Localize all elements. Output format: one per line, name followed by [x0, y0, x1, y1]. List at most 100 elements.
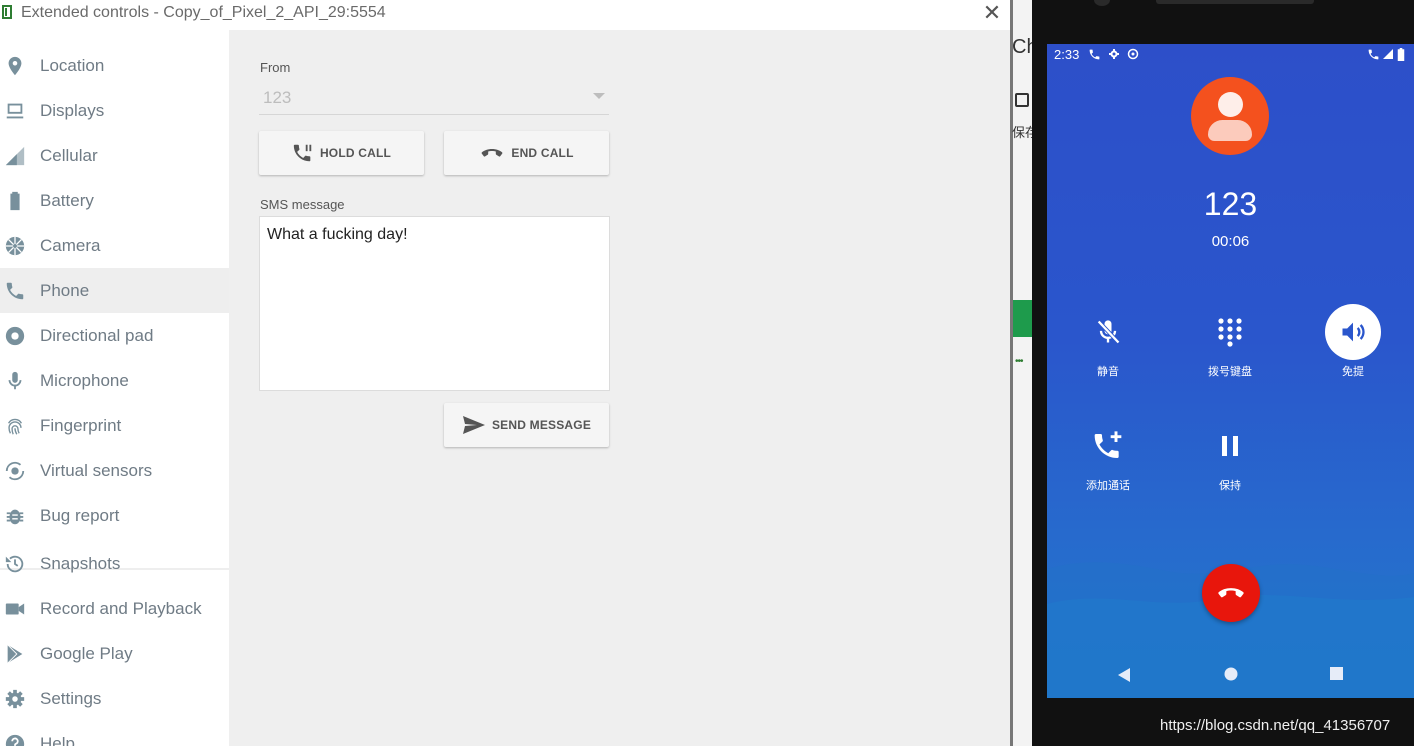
- hold-call-button[interactable]: HOLD CALL: [259, 131, 424, 175]
- video-camera-icon: [5, 603, 25, 615]
- sidebar-item-phone[interactable]: Phone: [0, 268, 229, 313]
- speaker-button[interactable]: 免提: [1303, 304, 1403, 379]
- keypad-button[interactable]: 拨号键盘: [1180, 304, 1280, 379]
- from-dropdown-underline: [259, 114, 609, 115]
- phone-screen[interactable]: 2:33 123 00:06 静音 拨号键盘 免提 添加通话 保持: [1047, 44, 1414, 698]
- from-dropdown-value[interactable]: 123: [263, 88, 291, 108]
- phone-icon: [6, 282, 24, 300]
- add-call-button[interactable]: 添加通话: [1058, 418, 1158, 493]
- sidebar: Location Displays Cellular Battery Camer…: [0, 30, 229, 746]
- sidebar-item-label: Record and Playback: [40, 598, 202, 618]
- sidebar-item-label: Battery: [40, 190, 94, 210]
- sidebar-item-battery[interactable]: Battery: [0, 178, 229, 223]
- rotation-icon: [5, 461, 25, 481]
- sms-message-label: SMS message: [260, 197, 345, 212]
- bug-icon: [6, 509, 24, 525]
- sidebar-item-cellular[interactable]: Cellular: [0, 133, 229, 178]
- battery-icon: [10, 191, 20, 211]
- gear-icon: [1109, 49, 1119, 59]
- caller-number: 123: [1203, 186, 1258, 222]
- end-call-button[interactable]: END CALL: [444, 131, 609, 175]
- window-title: Extended controls - Copy_of_Pixel_2_API_…: [21, 4, 386, 21]
- gear-icon: [5, 689, 25, 709]
- watermark-url: https://blog.csdn.net/qq_41356707: [1160, 717, 1391, 734]
- call-status-icon: [1368, 49, 1379, 60]
- extended-controls-window: Extended controls - Copy_of_Pixel_2_API_…: [0, 0, 1010, 746]
- sidebar-item-location[interactable]: Location: [0, 43, 229, 88]
- end-call-fab[interactable]: [1202, 564, 1260, 622]
- sidebar-item-directional-pad[interactable]: Directional pad: [0, 313, 229, 358]
- sidebar-item-fingerprint[interactable]: Fingerprint: [0, 403, 229, 448]
- sidebar-item-label: Phone: [40, 280, 90, 300]
- send-message-button[interactable]: SEND MESSAGE: [444, 403, 609, 447]
- sms-message-textarea[interactable]: What a fucking day!: [259, 216, 610, 391]
- sidebar-item-settings[interactable]: Settings: [0, 676, 229, 721]
- history-icon: [5, 555, 24, 573]
- send-icon: [462, 416, 485, 434]
- display-icon: [6, 103, 24, 119]
- microphone-icon: [8, 371, 22, 390]
- sidebar-item-label: Displays: [40, 100, 105, 120]
- person-icon: [1218, 92, 1243, 117]
- background-window-strip: [1010, 0, 1032, 746]
- volume-up-icon: [1342, 322, 1365, 342]
- battery-icon: [1397, 48, 1405, 61]
- phone-paused-icon: [293, 144, 312, 162]
- sidebar-item-snapshots[interactable]: Snapshots: [0, 541, 229, 586]
- sidebar-item-displays[interactable]: Displays: [0, 88, 229, 133]
- sidebar-item-label: Settings: [40, 688, 102, 708]
- sidebar-item-google-play[interactable]: Google Play: [0, 631, 229, 676]
- sidebar-item-label: Location: [40, 55, 105, 75]
- call-status-icon: [1089, 49, 1100, 60]
- sidebar-item-label: Snapshots: [40, 553, 121, 573]
- emulator-app-icon: [2, 5, 12, 19]
- sidebar-item-microphone[interactable]: Microphone: [0, 358, 229, 403]
- keypad-label: 拨号键盘: [1208, 366, 1252, 378]
- sidebar-item-record-and-playback[interactable]: Record and Playback: [0, 586, 229, 631]
- status-time: 2:33: [1054, 47, 1080, 62]
- mute-button[interactable]: 静音: [1058, 304, 1158, 379]
- person-body: [1208, 120, 1252, 141]
- caller-avatar: [1191, 77, 1269, 155]
- more-dots-icon: •••: [1015, 356, 1023, 367]
- fingerprint-icon: [7, 418, 23, 435]
- cellular-signal-icon: [5, 146, 25, 166]
- call-timer: 00:06: [1211, 233, 1250, 250]
- dialpad-icon: [1218, 318, 1242, 347]
- call-end-icon: [1218, 588, 1244, 598]
- dpad-icon: [5, 326, 25, 346]
- sms-message-text: What a fucking day!: [267, 226, 408, 243]
- sync-icon: [1127, 48, 1139, 60]
- end-call-label: END CALL: [511, 146, 574, 160]
- back-icon[interactable]: [1117, 667, 1131, 683]
- from-label: From: [260, 60, 291, 75]
- speaker-label: 免提: [1342, 366, 1364, 378]
- sidebar-item-label: Bug report: [40, 505, 120, 525]
- camera-aperture-icon: [5, 236, 25, 256]
- mic-off-icon: [1097, 320, 1120, 344]
- recents-icon[interactable]: [1330, 667, 1343, 680]
- home-icon[interactable]: [1224, 667, 1238, 681]
- help-icon: [5, 734, 25, 746]
- sidebar-item-bug-report[interactable]: Bug report: [0, 493, 229, 538]
- save-icon: [1015, 93, 1029, 107]
- sidebar-item-label: Google Play: [40, 643, 133, 663]
- sidebar-item-label: Directional pad: [40, 325, 154, 345]
- sidebar-item-label: Camera: [40, 235, 101, 255]
- sidebar-item-help[interactable]: Help: [0, 721, 229, 746]
- call-end-icon: [481, 149, 503, 157]
- phone-panel: From 123 HOLD CALL END CALL SMS message …: [229, 30, 1010, 746]
- hold-button[interactable]: 保持: [1180, 418, 1280, 493]
- play-store-icon: [7, 644, 23, 664]
- sidebar-item-label: Help: [40, 733, 75, 746]
- sidebar-item-label: Virtual sensors: [40, 460, 153, 480]
- close-button[interactable]: ✕: [980, 2, 1004, 24]
- sidebar-item-virtual-sensors[interactable]: Virtual sensors: [0, 448, 229, 493]
- camera-notch: [1094, 0, 1110, 6]
- sidebar-item-camera[interactable]: Camera: [0, 223, 229, 268]
- mute-label: 静音: [1097, 366, 1119, 378]
- location-pin-icon: [8, 56, 22, 76]
- background-window-green-bar: [1013, 300, 1032, 337]
- sidebar-item-label: Cellular: [40, 145, 98, 165]
- chevron-down-icon[interactable]: [593, 93, 605, 99]
